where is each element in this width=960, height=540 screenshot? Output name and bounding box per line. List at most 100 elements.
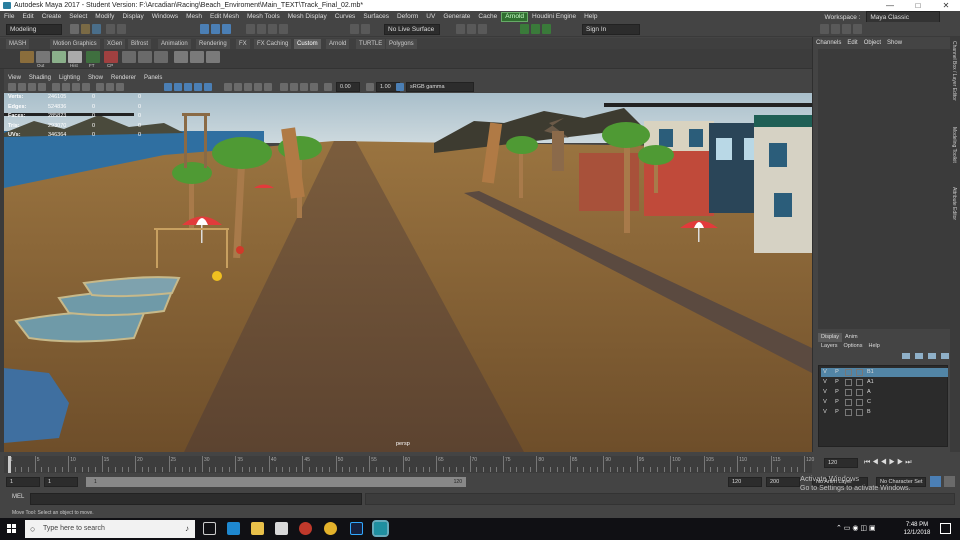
menu-uv[interactable]: UV (422, 11, 439, 22)
layer-display-type[interactable] (845, 369, 852, 376)
attribute-editor-toggle-icon[interactable] (831, 24, 840, 34)
auto-key-icon[interactable] (930, 476, 941, 487)
vertical-tab-1[interactable]: Modeling Toolkit (951, 127, 957, 163)
undo-icon[interactable] (106, 24, 115, 34)
task-view-icon[interactable] (203, 522, 216, 535)
preferences-icon[interactable] (944, 476, 955, 487)
shelf-tab-fx-caching[interactable]: FX Caching (254, 39, 292, 49)
shelf-tab-xgen[interactable]: XGen (104, 39, 126, 49)
shadows-icon[interactable] (224, 83, 232, 91)
lights-icon[interactable] (204, 83, 212, 91)
anim-end-field[interactable]: 200 (766, 477, 800, 487)
menu-modify[interactable]: Modify (91, 11, 118, 22)
ambient-occlusion-icon[interactable] (234, 83, 242, 91)
xray-components-icon[interactable] (310, 83, 318, 91)
shelf-tab-custom[interactable]: Custom (294, 39, 321, 49)
safe-action-icon[interactable] (106, 83, 114, 91)
snap-curve-icon[interactable] (257, 24, 266, 34)
field-chart-icon[interactable] (96, 83, 104, 91)
color-management-icon[interactable] (396, 83, 404, 91)
wireframe-icon[interactable] (164, 83, 172, 91)
layer-color-swatch[interactable] (856, 379, 863, 386)
menu-surfaces[interactable]: Surfaces (359, 11, 393, 22)
store-icon[interactable] (275, 522, 288, 535)
select-camera-icon[interactable] (8, 83, 16, 91)
layer-visibility-toggle[interactable]: V (821, 388, 829, 397)
channel-box-toggle-icon[interactable] (853, 24, 862, 34)
chrome-icon[interactable] (324, 522, 337, 535)
windows-start-icon[interactable] (7, 524, 17, 534)
paint-select-icon[interactable] (222, 24, 231, 34)
layer-menu-options[interactable]: Options (841, 342, 866, 351)
ipr-render-icon[interactable] (467, 24, 476, 34)
shelf-tab-arnold[interactable]: Arnold (326, 39, 350, 49)
notifications-icon[interactable] (940, 523, 951, 534)
film-gate-icon[interactable] (62, 83, 70, 91)
menu-select[interactable]: Select (65, 11, 91, 22)
new-layer-icon[interactable] (940, 353, 949, 359)
menu-arnold[interactable]: Arnold (501, 12, 529, 22)
layer-row[interactable]: V P A1 (821, 378, 948, 387)
construction-icon[interactable] (361, 24, 370, 34)
snap-grid-icon[interactable] (246, 24, 255, 34)
vertical-tab-2[interactable]: Attribute Editor (951, 187, 957, 220)
microphone-icon[interactable]: ♪ (185, 520, 189, 538)
shelf-history-icon[interactable] (68, 51, 82, 63)
menu-deform[interactable]: Deform (393, 11, 422, 22)
shelf-tool2-icon[interactable] (138, 51, 152, 63)
current-time-indicator[interactable] (8, 456, 11, 473)
shelf-checker-icon[interactable] (52, 51, 66, 63)
menu-cache[interactable]: Cache (474, 11, 501, 22)
arnold-render-icon[interactable] (520, 24, 529, 34)
minimize-button[interactable]: — (876, 0, 904, 11)
close-button[interactable]: ✕ (932, 0, 960, 11)
shelf-tab-polygons[interactable]: Polygons (386, 39, 417, 49)
textured-icon[interactable] (194, 83, 202, 91)
taskbar-search-box[interactable]: ○ Type here to search ♪ (25, 520, 195, 538)
menu-help[interactable]: Help (580, 11, 601, 22)
select-tool-icon[interactable] (200, 24, 209, 34)
anim-start-field[interactable]: 1 (6, 477, 40, 487)
command-input[interactable] (30, 493, 362, 505)
xray-joints-icon[interactable] (300, 83, 308, 91)
snap-plane-icon[interactable] (279, 24, 288, 34)
menu-edit[interactable]: Edit (18, 11, 37, 22)
snap-point-icon[interactable] (268, 24, 277, 34)
photoshop-icon[interactable] (350, 522, 363, 535)
playback-buttons[interactable]: ⏮◀◀▶▶⏭ (864, 459, 914, 467)
layer-visibility-toggle[interactable]: V (821, 398, 829, 407)
render-settings-icon[interactable] (478, 24, 487, 34)
maximize-button[interactable]: □ (904, 0, 932, 11)
resolution-gate-icon[interactable] (72, 83, 80, 91)
layer-row[interactable]: VP A (821, 388, 948, 397)
render-icon[interactable] (456, 24, 465, 34)
live-surface-field[interactable]: No Live Surface (384, 24, 440, 35)
layer-playback-toggle[interactable]: P (833, 388, 841, 397)
tool-settings-toggle-icon[interactable] (842, 24, 851, 34)
move-layer-down-icon[interactable] (914, 353, 923, 359)
channel-box-menu-edit[interactable]: Edit (844, 37, 860, 49)
layer-display-type[interactable] (845, 379, 852, 386)
layer-visibility-toggle[interactable]: V (821, 368, 829, 377)
shelf-tab-turtle[interactable]: TURTLE (356, 39, 386, 49)
shelf-freeze-icon[interactable] (86, 51, 100, 63)
shelf-center-pivot-icon[interactable] (104, 51, 118, 63)
menu-file[interactable]: File (0, 11, 18, 22)
layer-color-swatch[interactable] (856, 399, 863, 406)
gate-mask-icon[interactable] (82, 83, 90, 91)
range-bar[interactable]: 1 120 (86, 477, 466, 487)
layer-row[interactable]: V P B1 (821, 368, 948, 377)
layer-tab-display[interactable]: Display (818, 333, 843, 342)
layer-color-swatch[interactable] (856, 369, 863, 376)
maya-taskbar-icon[interactable] (372, 520, 389, 537)
lasso-tool-icon[interactable] (211, 24, 220, 34)
shelf-mesh2-icon[interactable] (190, 51, 204, 63)
playback-start-field[interactable]: 1 (44, 477, 78, 487)
modeling-toolkit-toggle-icon[interactable] (820, 24, 829, 34)
shelf-outliner-icon[interactable] (36, 51, 50, 63)
shelf-tab-mash[interactable]: MASH (6, 39, 30, 49)
layer-tab-anim[interactable]: Anim (842, 333, 861, 342)
system-tray-icons[interactable]: ⌃ ▭ ◉ ◫ ▣ (836, 524, 876, 532)
bookmark-icon[interactable] (28, 83, 36, 91)
current-frame-field[interactable]: 120 (824, 458, 858, 468)
